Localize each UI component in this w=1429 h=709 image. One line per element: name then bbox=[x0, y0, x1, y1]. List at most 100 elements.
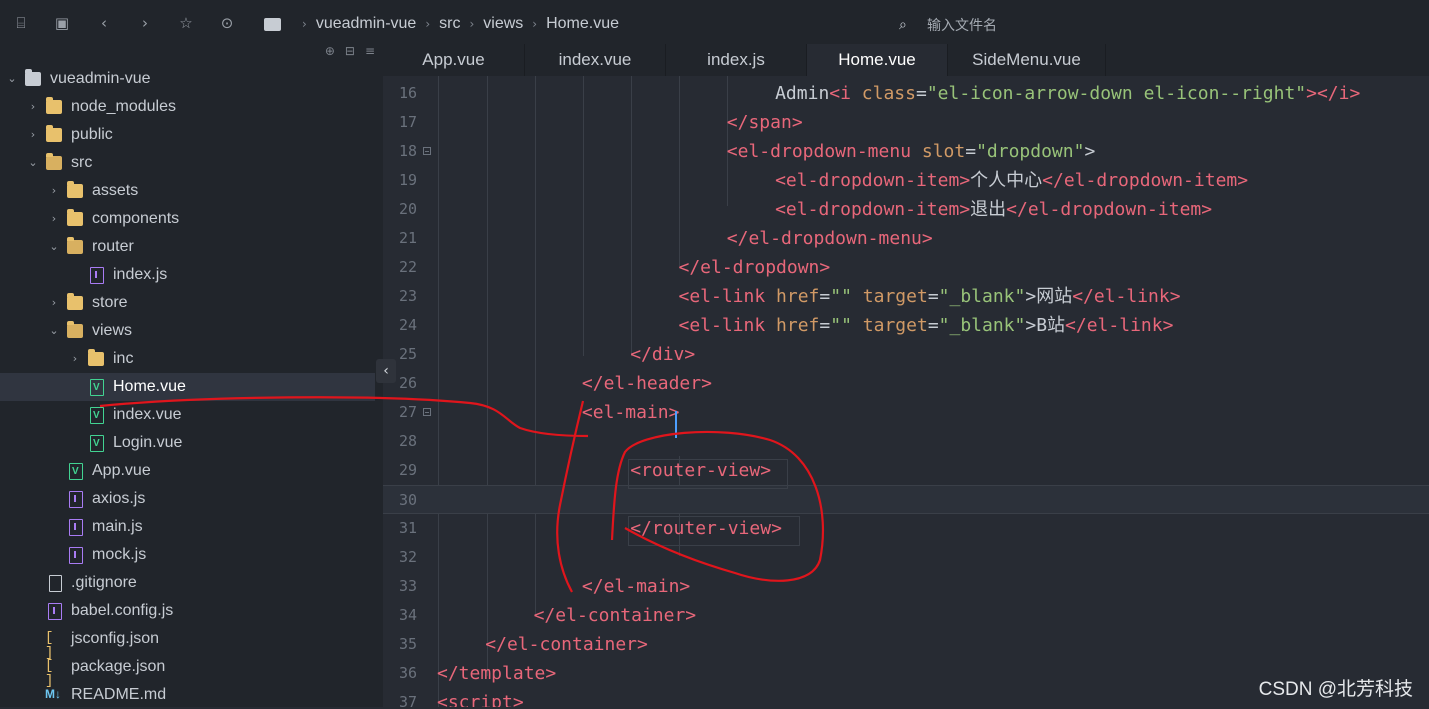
code-line[interactable]: 21 </el-dropdown-menu> bbox=[383, 224, 1429, 253]
code-token: </el-container> bbox=[533, 605, 697, 626]
forward-icon[interactable]: › bbox=[136, 14, 154, 32]
menu-icon[interactable]: ≡ bbox=[365, 44, 375, 64]
tree-file[interactable]: babel.config.js bbox=[0, 597, 375, 625]
code-text: </el-dropdown-menu> bbox=[727, 224, 933, 253]
code-line[interactable]: 26 </el-header> bbox=[383, 369, 1429, 398]
code-token: 退出 bbox=[970, 199, 1007, 220]
code-line[interactable]: 34 </el-container> bbox=[383, 601, 1429, 630]
tree-folder[interactable]: › components bbox=[0, 205, 375, 233]
tree-folder[interactable]: ⌄ views bbox=[0, 317, 375, 345]
code-line[interactable]: 32 bbox=[383, 543, 1429, 572]
code-line[interactable]: 18 <el-dropdown-menu slot="dropdown"> bbox=[383, 137, 1429, 166]
tree-folder[interactable]: › node_modules bbox=[0, 93, 375, 121]
code-token: </el-container> bbox=[485, 634, 648, 655]
code-token: </div> bbox=[630, 344, 696, 365]
code-line[interactable]: 33 </el-main> bbox=[383, 572, 1429, 601]
tab-home-vue[interactable]: Home.vue bbox=[807, 44, 948, 76]
code-line[interactable]: 35 </el-container> bbox=[383, 630, 1429, 659]
tree-folder[interactable]: ⌄ router bbox=[0, 233, 375, 261]
code-text: </div> bbox=[630, 340, 695, 369]
save-icon[interactable]: ▣ bbox=[53, 14, 71, 32]
code-text: </template> bbox=[437, 659, 556, 688]
run-icon[interactable]: ⊙ bbox=[218, 14, 236, 32]
breadcrumb-item[interactable]: vueadmin-vue bbox=[316, 15, 417, 33]
tree-item-label: main.js bbox=[92, 518, 143, 535]
back-icon[interactable]: ‹ bbox=[95, 14, 113, 32]
breadcrumb-item[interactable]: views bbox=[483, 15, 523, 33]
tree-file[interactable]: [ ] package.json bbox=[0, 653, 375, 689]
tree-folder[interactable]: ⌄ vueadmin-vue bbox=[0, 65, 375, 93]
line-number: 21 bbox=[398, 229, 417, 247]
locate-icon[interactable]: ⊕ bbox=[325, 44, 335, 64]
tree-folder[interactable]: › public bbox=[0, 121, 375, 149]
code-line[interactable]: 16 Admin<i class="el-icon-arrow-down el-i… bbox=[383, 79, 1429, 108]
code-text: </span> bbox=[727, 108, 803, 137]
file-search-input[interactable] bbox=[925, 16, 1189, 34]
tab-index-vue[interactable]: index.vue bbox=[525, 44, 666, 76]
tree-file[interactable]: App.vue bbox=[0, 457, 375, 486]
code-token: > bbox=[1025, 286, 1037, 307]
tree-item-label: .gitignore bbox=[71, 574, 137, 591]
code-line[interactable]: 29 <router-view> bbox=[383, 456, 1429, 485]
tree-file-selected[interactable]: Home.vue bbox=[0, 373, 375, 402]
code-editor[interactable]: 16 Admin<i class="el-icon-arrow-down el-i… bbox=[383, 76, 1429, 707]
collapse-all-icon[interactable]: ⊟ bbox=[345, 44, 355, 64]
code-line[interactable]: 23 <el-link href="" target="_blank">网站</e… bbox=[383, 282, 1429, 311]
breadcrumb-item[interactable]: src bbox=[439, 15, 460, 33]
code-token: </el-main> bbox=[581, 576, 691, 597]
chevron-right-icon: › bbox=[30, 100, 36, 113]
code-line[interactable]: 31 </router-view> bbox=[383, 514, 1429, 543]
tree-file[interactable]: M↓ README.md bbox=[0, 681, 375, 709]
toolbar: ⌸ ▣ ‹ › ☆ ⊙ › vueadmin-vue › src › views… bbox=[0, 0, 1429, 44]
breadcrumb: › vueadmin-vue › src › views › Home.vue bbox=[256, 12, 876, 36]
tree-file[interactable]: Login.vue bbox=[0, 429, 375, 458]
code-line[interactable]: 25 </div> bbox=[383, 340, 1429, 369]
bracket-match-box bbox=[628, 459, 788, 489]
code-token: 个人中心 bbox=[970, 170, 1043, 191]
folder-icon bbox=[67, 293, 83, 310]
code-line[interactable]: 20 <el-dropdown-item>退出</el-dropdown-item… bbox=[383, 195, 1429, 224]
tree-folder[interactable]: › assets bbox=[0, 177, 375, 205]
code-text: <el-dropdown-item>个人中心</el-dropdown-item… bbox=[775, 166, 1248, 195]
collapse-sidebar-button[interactable]: ‹ bbox=[376, 359, 396, 383]
code-line[interactable]: 27 <el-main> bbox=[383, 398, 1429, 427]
fold-toggle-icon[interactable] bbox=[423, 408, 431, 416]
code-line[interactable]: 28 bbox=[383, 427, 1429, 456]
fold-toggle-icon[interactable] bbox=[423, 147, 431, 155]
code-line[interactable]: 24 <el-link href="" target="_blank">B站</e… bbox=[383, 311, 1429, 340]
tree-file[interactable]: mock.js bbox=[0, 541, 375, 569]
code-token: </el-dropdown-menu> bbox=[726, 228, 933, 249]
tree-file[interactable]: .gitignore bbox=[0, 569, 375, 597]
tab-app-vue[interactable]: App.vue bbox=[383, 44, 525, 76]
tree-item-label: views bbox=[92, 322, 133, 339]
code-text: <el-link href="" target="_blank">网站</el-… bbox=[679, 282, 1181, 311]
search-file-icon: ⌕ bbox=[899, 17, 907, 33]
code-line[interactable]: 17 </span> bbox=[383, 108, 1429, 137]
code-line[interactable]: 22 </el-dropdown> bbox=[383, 253, 1429, 282]
line-number: 31 bbox=[398, 519, 417, 537]
code-line[interactable]: 30 bbox=[383, 485, 1429, 514]
js-file-icon bbox=[69, 547, 83, 564]
code-text: <el-link href="" target="_blank">B站</el-… bbox=[679, 311, 1174, 340]
tree-file[interactable]: index.vue bbox=[0, 401, 375, 430]
code-token: target bbox=[862, 286, 928, 307]
outline-icon[interactable]: ⌸ bbox=[12, 14, 30, 32]
tree-file[interactable]: [ ] jsconfig.json bbox=[0, 625, 375, 661]
code-line[interactable]: 19 <el-dropdown-item>个人中心</el-dropdown-it… bbox=[383, 166, 1429, 195]
code-token: </el-dropdown-item> bbox=[1006, 199, 1213, 220]
tree-file[interactable]: axios.js bbox=[0, 485, 375, 513]
tree-file[interactable]: main.js bbox=[0, 513, 375, 541]
tree-item-label: Login.vue bbox=[113, 434, 183, 451]
tree-item-label: package.json bbox=[71, 658, 166, 675]
tab-sidemenu-vue[interactable]: SideMenu.vue bbox=[948, 44, 1106, 76]
breadcrumb-item[interactable]: Home.vue bbox=[546, 15, 619, 33]
star-icon[interactable]: ☆ bbox=[177, 14, 195, 32]
tree-folder[interactable]: › inc bbox=[0, 345, 375, 373]
tree-folder[interactable]: ⌄ src bbox=[0, 149, 375, 177]
folder-open-icon bbox=[46, 153, 62, 170]
tab-index-js[interactable]: index.js bbox=[666, 44, 807, 76]
code-text: Admin<i class="el-icon-arrow-down el-ico… bbox=[775, 79, 1360, 108]
tree-folder[interactable]: › store bbox=[0, 289, 375, 317]
tree-file[interactable]: index.js bbox=[0, 261, 375, 289]
